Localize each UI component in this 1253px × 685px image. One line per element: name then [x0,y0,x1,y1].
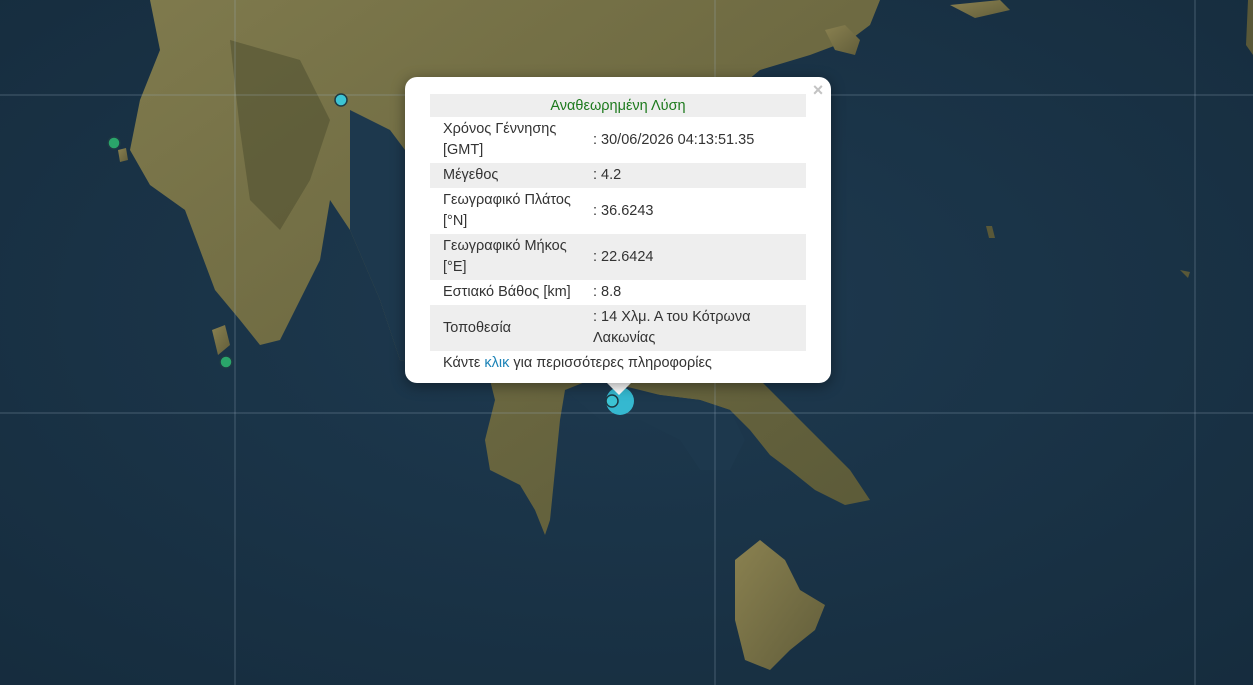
depth-value: : 8.8 [593,284,622,300]
info-row: Γεωγραφικό Πλάτος [°N] : 36.6243 [430,188,806,234]
earthquake-info-popup: × Αναθεωρημένη Λύση Χρόνος Γέννησης [GMT… [405,77,831,383]
close-icon[interactable]: × [811,81,825,99]
magnitude-value: : 4.2 [593,163,806,188]
popup-title: Αναθεωρημένη Λύση [430,94,806,117]
earthquake-marker[interactable] [219,355,233,369]
origin-time-label: Χρόνος Γέννησης [GMT] [443,121,557,158]
more-info-link[interactable]: κλικ [484,355,509,371]
more-info-row: Κάντε κλικ για περισσότερες πληροφορίες [430,351,806,376]
longitude-value: : 22.6424 [593,234,806,280]
latitude-label: Γεωγραφικό Πλάτος [°N] [443,192,571,229]
longitude-label: Γεωγραφικό Μήκος [°E] [430,234,593,280]
magnitude-label: Μέγεθος [430,163,593,188]
info-row: Τοποθεσία : 14 Χλμ. Α του Κότρωνα Λακωνί… [430,305,806,351]
location-label: Τοποθεσία [430,305,593,351]
info-row: Μέγεθος : 4.2 [430,163,806,188]
more-info-text: Κάντε κλικ για περισσότερες πληροφορίες [430,351,806,376]
latitude-value: : 36.6243 [593,202,654,219]
more-info-prefix: Κάντε [443,355,481,371]
info-row: Χρόνος Γέννησης [GMT] : 30/06/2026 04:13… [430,117,806,163]
depth-label: Εστιακό Βάθος [km] [443,284,571,300]
more-info-suffix: για περισσότερες πληροφορίες [513,355,712,371]
earthquake-marker[interactable] [334,93,348,107]
earthquake-marker[interactable] [107,136,121,150]
info-row: Εστιακό Βάθος [km] : 8.8 [430,280,806,305]
info-row: Γεωγραφικό Μήκος [°E] : 22.6424 [430,234,806,280]
origin-time-value: : 30/06/2026 04:13:51.35 [593,131,755,148]
location-value: : 14 Χλμ. Α του Κότρωνα Λακωνίας [593,305,806,351]
earthquake-marker[interactable] [605,394,619,408]
info-table: Αναθεωρημένη Λύση Χρόνος Γέννησης [GMT] … [430,94,806,376]
popup-tip [606,382,632,395]
